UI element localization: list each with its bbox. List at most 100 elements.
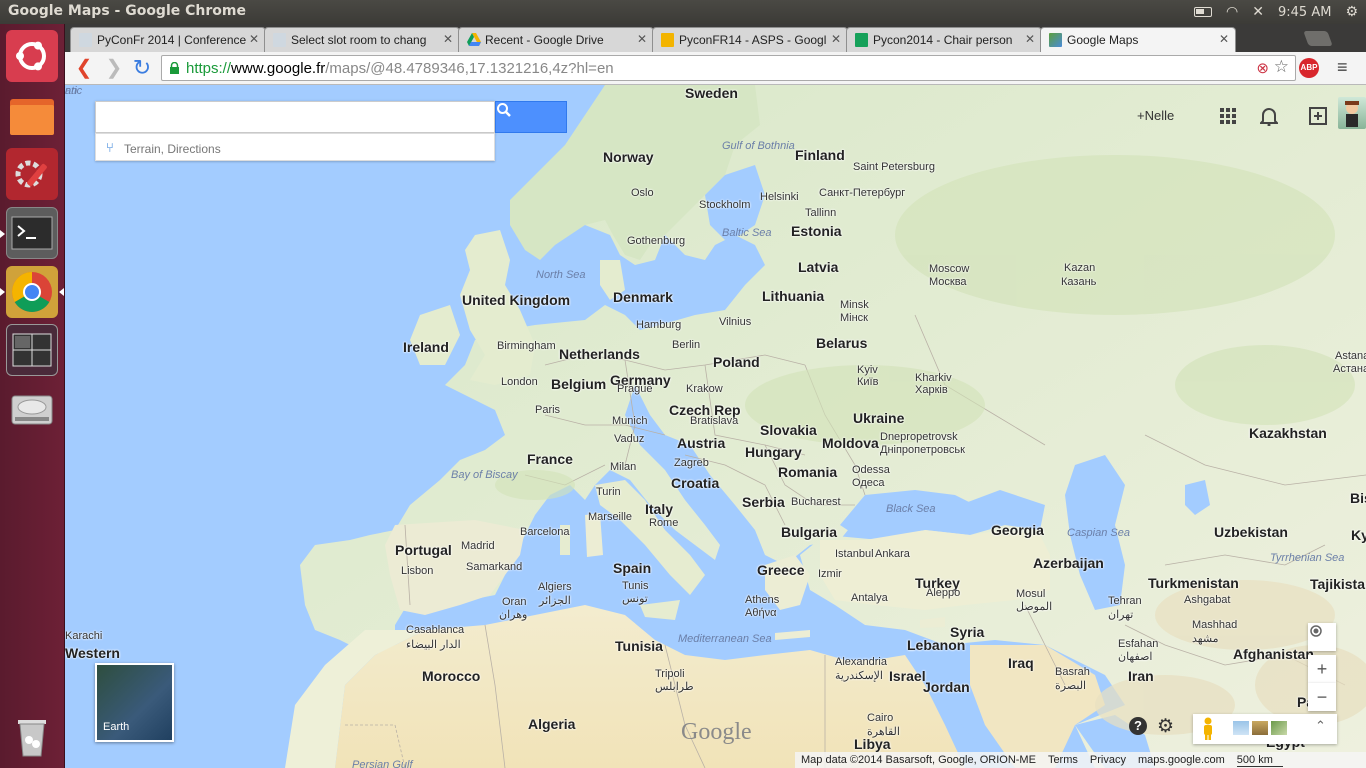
chrome-icon[interactable] — [6, 266, 58, 318]
map-label-sea[interactable]: Persian Gulf — [352, 759, 413, 768]
map-label-city[interactable]: Lisbon — [401, 565, 433, 577]
map-label-city[interactable]: Saint Petersburg — [853, 161, 935, 173]
maps-search-input[interactable] — [96, 102, 494, 132]
map-label-city[interactable]: Tunis — [622, 580, 649, 592]
settings-gear-icon[interactable]: ⚙ — [1157, 715, 1174, 738]
map-label-city[interactable]: Kyiv — [857, 364, 878, 376]
map-label-country[interactable]: Iraq — [1008, 655, 1034, 671]
map-label-city[interactable]: اصفهان — [1118, 650, 1152, 663]
map-label-city[interactable]: Ankara — [875, 548, 910, 560]
map-label-city[interactable]: Bucharest — [791, 496, 841, 508]
map-label-city[interactable]: Санкт-Петербург — [819, 187, 905, 199]
map-label-city[interactable]: Cairo — [867, 712, 893, 724]
workspace-switcher-icon[interactable] — [6, 324, 58, 376]
map-label-city[interactable]: الإسكندرية — [835, 669, 883, 682]
map-label-city[interactable]: وهران — [499, 608, 527, 621]
map-label-city[interactable]: Aleppo — [926, 587, 960, 599]
map-label-city[interactable]: Krakow — [686, 383, 723, 395]
map-label-city[interactable]: Tripoli — [655, 668, 685, 680]
map-label-country[interactable]: Bulgaria — [781, 524, 837, 540]
map-label-city[interactable]: Москва — [929, 276, 967, 288]
map-label-city[interactable]: Istanbul — [835, 548, 874, 560]
map-label-sea[interactable]: Tyrrhenian Sea — [1270, 552, 1344, 564]
maps-domain-link[interactable]: maps.google.com — [1138, 754, 1225, 766]
map-label-sea[interactable]: North Sea — [536, 269, 586, 281]
map-label-country[interactable]: Jordan — [923, 679, 970, 695]
map-label-country[interactable]: Ireland — [403, 339, 449, 355]
map-label-city[interactable]: Vilnius — [719, 316, 751, 328]
map-label-country[interactable]: Georgia — [991, 522, 1044, 538]
map-label-country[interactable]: Slovakia — [760, 422, 817, 438]
map-label-country[interactable]: Bis — [1350, 490, 1366, 506]
map-label-country[interactable]: Norway — [603, 149, 654, 165]
my-location-button[interactable] — [1308, 623, 1336, 651]
scale-bar[interactable]: 500 km — [1236, 754, 1283, 767]
map-label-city[interactable]: Helsinki — [760, 191, 799, 203]
map-label-city[interactable]: Milan — [610, 461, 636, 473]
forward-arrow-icon[interactable]: ❯ — [103, 57, 125, 79]
map-label-city[interactable]: Казань — [1061, 276, 1096, 288]
address-bar[interactable]: https://www.google.fr/maps/@48.4789346,1… — [161, 55, 1296, 81]
map-label-city[interactable]: Odessa — [852, 464, 890, 476]
terms-link[interactable]: Terms — [1048, 754, 1078, 766]
map-label-city[interactable]: Barcelona — [520, 526, 570, 538]
trash-icon[interactable] — [6, 710, 58, 762]
map-label-city[interactable]: Dnepropetrovsk — [880, 431, 958, 443]
clock[interactable]: 9:45 AM — [1278, 5, 1331, 20]
map-label-country[interactable]: Denmark — [613, 289, 673, 305]
map-label-country[interactable]: Turkmenistan — [1148, 575, 1239, 591]
map-label-country[interactable]: Uzbekistan — [1214, 524, 1288, 540]
map-label-city[interactable]: Ashgabat — [1184, 594, 1230, 606]
close-icon[interactable]: ✕ — [249, 32, 259, 46]
tab-pyconfr-conference[interactable]: PyConFr 2014 | Conference ✕ — [70, 27, 266, 52]
map-label-city[interactable]: مشهد — [1192, 632, 1219, 645]
map-label-sea[interactable]: Baltic Sea — [722, 227, 772, 239]
map-label-city[interactable]: Mosul — [1016, 588, 1045, 600]
map-label-country[interactable]: Kyrg — [1351, 527, 1366, 543]
map-label-country[interactable]: Belgium — [551, 376, 606, 392]
map-label-city[interactable]: Antalya — [851, 592, 888, 604]
map-label-city[interactable]: Харків — [915, 384, 948, 396]
chrome-menu-icon[interactable]: ≡ — [1337, 57, 1348, 78]
map-label-city[interactable]: Karachi — [65, 630, 102, 642]
maps-search-button[interactable] — [495, 101, 567, 133]
map-label-city[interactable]: Hamburg — [636, 319, 681, 331]
map-label-city[interactable]: البصرة — [1055, 679, 1086, 692]
map-label-city[interactable]: Αθήνα — [745, 607, 776, 619]
map-label-country[interactable]: Ukraine — [853, 410, 904, 426]
help-button[interactable]: ? — [1129, 717, 1147, 735]
map-label-city[interactable]: Дніпропетровськ — [880, 444, 965, 456]
map-label-country[interactable]: Spain — [613, 560, 651, 576]
map-label-city[interactable]: طرابلس — [655, 680, 694, 693]
terminal-icon[interactable] — [6, 207, 58, 259]
map-label-city[interactable]: Athens — [745, 594, 779, 606]
map-label-city[interactable]: Gothenburg — [627, 235, 685, 247]
map-label-country[interactable]: Lebanon — [907, 637, 965, 653]
map-label-country[interactable]: Israel — [889, 668, 926, 684]
map-label-city[interactable]: Prague — [617, 383, 652, 395]
map-label-city[interactable]: Birmingham — [497, 340, 556, 352]
earth-view-toggle[interactable]: Earth — [95, 663, 174, 742]
zoom-out-button[interactable]: − — [1308, 683, 1336, 711]
back-arrow-icon[interactable]: ❮ — [73, 57, 95, 79]
map-label-city[interactable]: Bratislava — [690, 415, 738, 427]
close-icon[interactable]: ✕ — [831, 32, 841, 46]
disk-drive-icon[interactable] — [6, 384, 58, 436]
chevron-up-icon[interactable]: ⌃ — [1315, 718, 1326, 734]
photos-thumbnail-icon[interactable] — [1233, 721, 1249, 735]
map-label-city[interactable]: الجزائر — [539, 594, 571, 607]
tab-google-drive[interactable]: Recent - Google Drive ✕ — [458, 27, 654, 52]
map-label-country[interactable]: Serbia — [742, 494, 785, 510]
map-label-country[interactable]: Moldova — [822, 435, 879, 451]
location-blocked-icon[interactable]: ⊗ — [1256, 59, 1269, 77]
map-label-city[interactable]: تهران — [1108, 608, 1133, 621]
map-label-country[interactable]: Libya — [854, 736, 891, 752]
map-label-city[interactable]: Marseille — [588, 511, 632, 523]
map-label-sea[interactable]: an — [65, 85, 77, 97]
tab-pycon2014-chair[interactable]: Pycon2014 - Chair person ✕ — [846, 27, 1042, 52]
map-label-country[interactable]: Romania — [778, 464, 837, 480]
map-label-country[interactable]: Iran — [1128, 668, 1154, 684]
map-label-city[interactable]: Esfahan — [1118, 638, 1158, 650]
share-add-icon[interactable] — [1308, 106, 1328, 126]
map-label-city[interactable]: Oslo — [631, 187, 654, 199]
